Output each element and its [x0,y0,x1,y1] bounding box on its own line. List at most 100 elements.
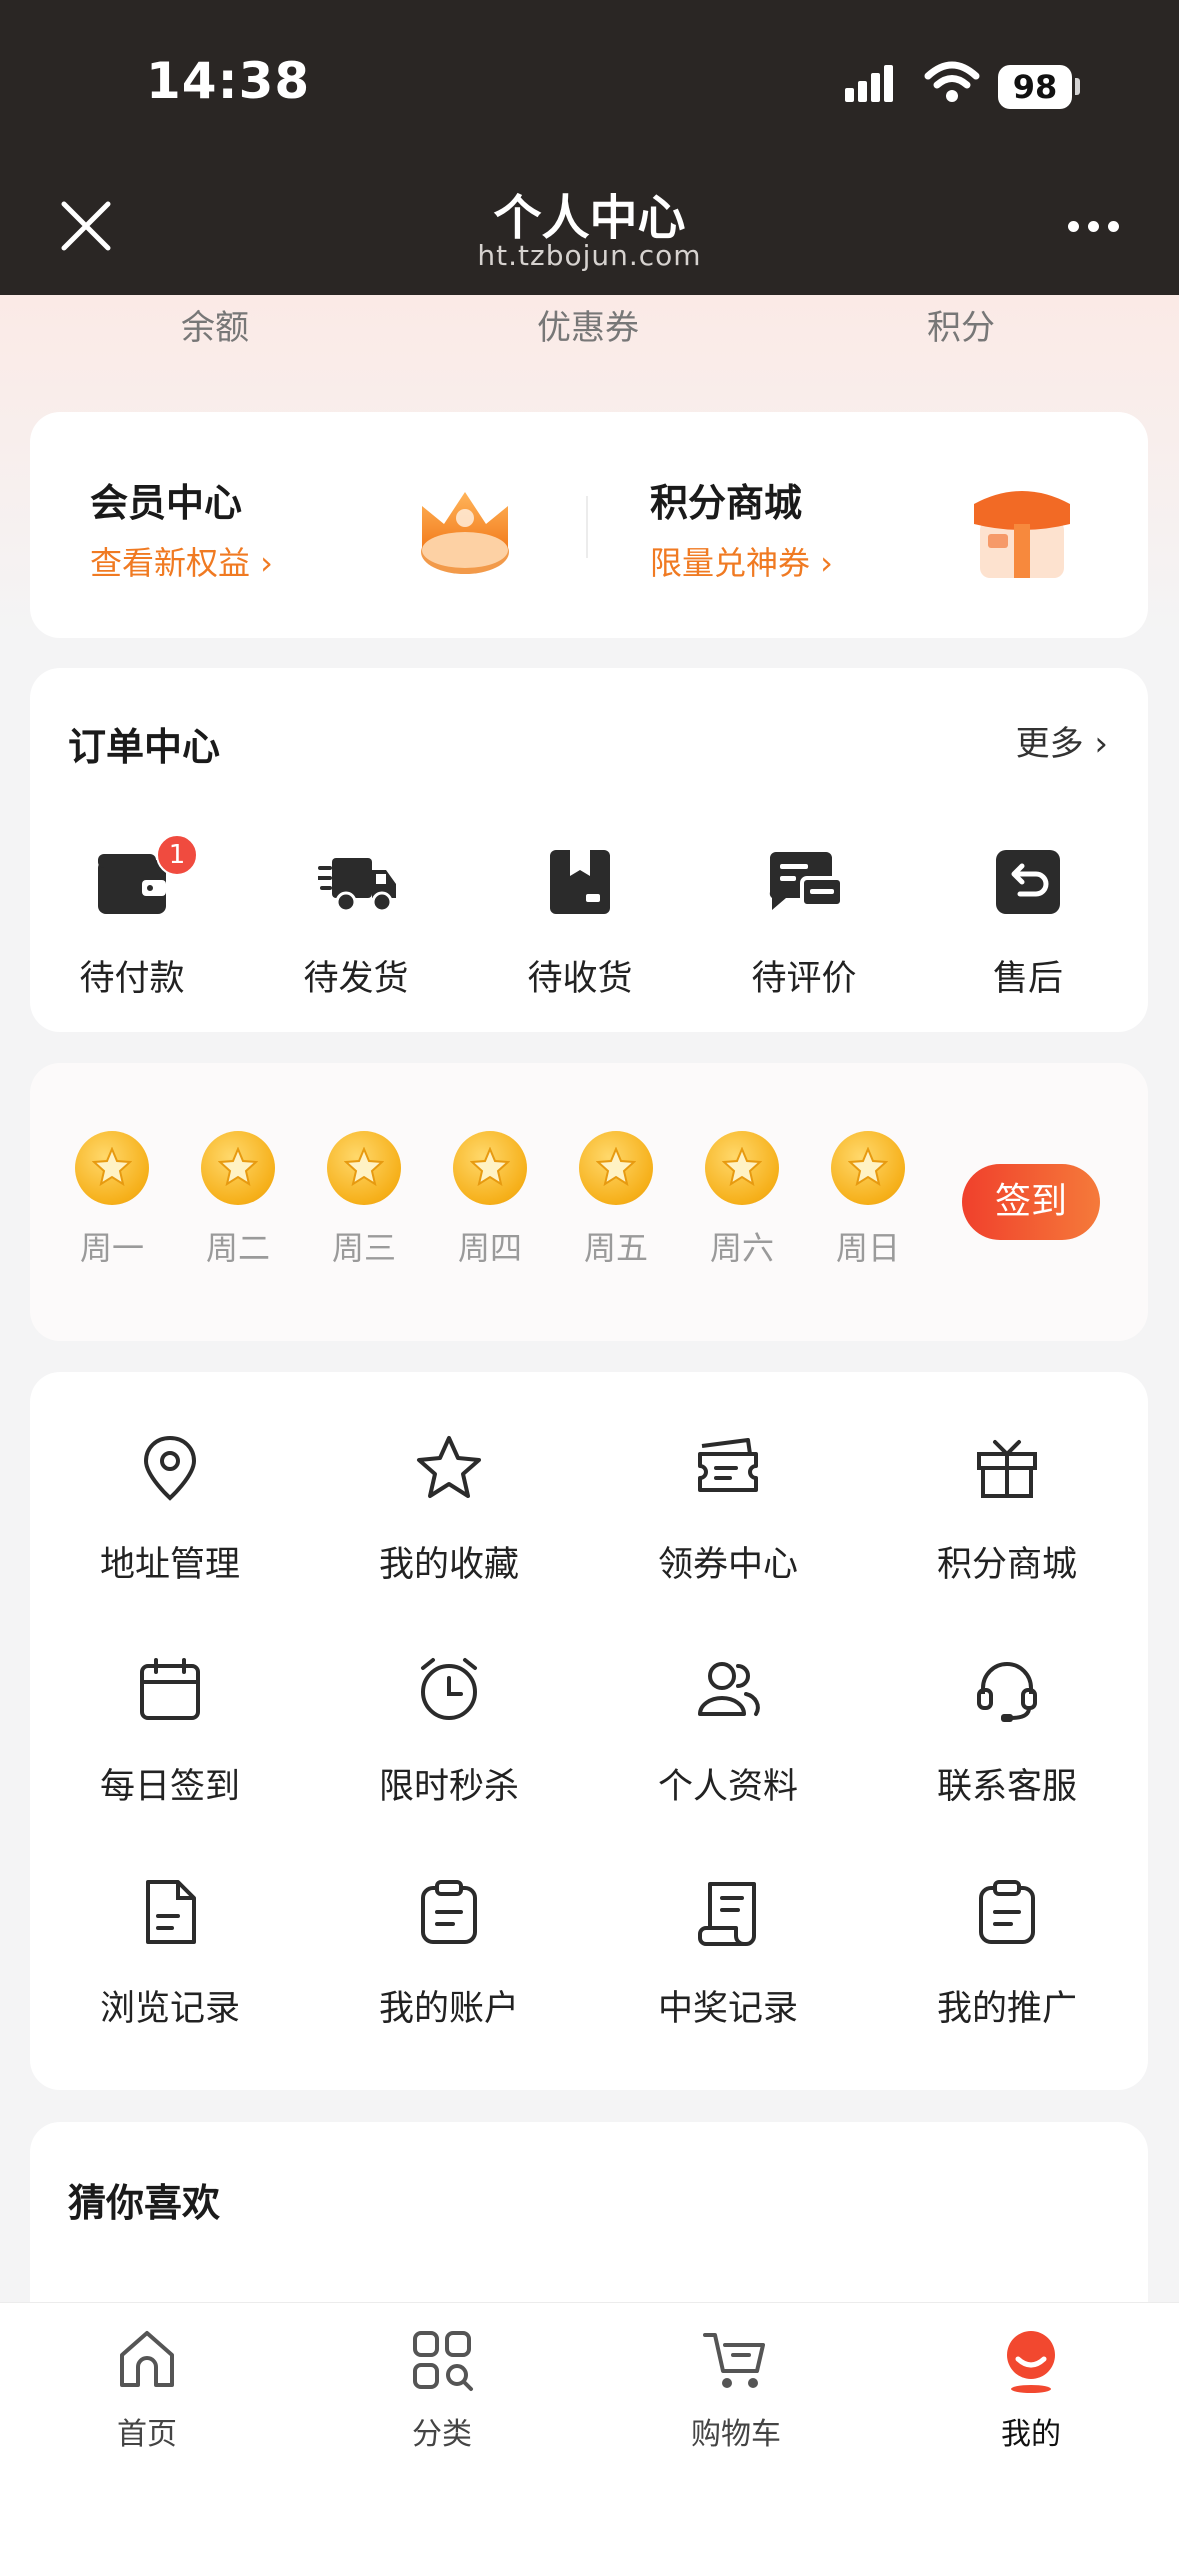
coupon-ticket-icon [698,1438,758,1492]
top-bar: 14:38 98 个人中心 ht.tzbojun.com [0,0,1179,295]
location-pin-icon [143,1435,197,1501]
coin-icon [831,1131,905,1205]
order-pending-review[interactable]: 待评价 [704,844,904,1001]
tab-label: 我的 [1001,2417,1061,2452]
service-label: 我的推广 [936,1989,1077,2029]
return-icon [996,850,1060,914]
more-options-icon[interactable] [1064,215,1124,239]
daily-signin-card: 周一 周二 周三 周四 周五 周六 周日 签到 [30,1063,1148,1341]
service-label: 我的账户 [378,1989,519,2029]
points-mall-link[interactable]: 限量兑神券 › [650,538,833,584]
status-time: 14:38 [146,52,311,110]
signin-day-sat: 周六 [687,1131,797,1269]
service-my-promotion[interactable]: 我的推广 [867,1876,1147,2031]
signin-day-sun: 周日 [813,1131,923,1269]
service-favorites[interactable]: 我的收藏 [309,1432,589,1587]
signin-day-wed: 周三 [309,1131,419,1269]
pending-payment-badge: 1 [156,834,198,876]
points-mall-title: 积分商城 [650,481,803,525]
signin-day-tue: 周二 [183,1131,293,1269]
signin-day-thu: 周四 [435,1131,545,1269]
service-label: 个人资料 [657,1767,798,1807]
service-prize-records[interactable]: 中奖记录 [588,1876,868,2031]
signin-day-fri: 周五 [561,1131,671,1269]
shopping-cart-icon [703,2333,765,2388]
service-label: 每日签到 [99,1767,240,1807]
tab-mine[interactable]: 我的 [931,2325,1131,2453]
day-label: 周三 [331,1229,396,1267]
gift-shop-icon [974,491,1070,578]
page-url: ht.tzbojun.com [477,239,702,272]
order-after-sales[interactable]: 售后 [928,844,1128,1001]
alarm-clock-icon [421,1658,477,1720]
document-icon [146,1880,196,1944]
order-pending-receipt[interactable]: 待收货 [480,844,680,1001]
tab-cart[interactable]: 购物车 [636,2325,836,2453]
asset-balance[interactable]: 余额 [95,300,335,349]
clipboard-icon [421,1880,477,1944]
headset-icon [977,1662,1037,1722]
order-item-label: 待评价 [751,959,857,999]
comment-icon [769,852,844,910]
day-label: 周六 [709,1229,774,1267]
order-pending-payment[interactable]: 1 待付款 [32,834,232,1001]
services-card: 地址管理 我的收藏 领券中心 积分商城 每日签到 限时秒杀 个人资料 联系客服 … [30,1372,1148,2090]
home-icon [120,2331,174,2387]
service-daily-signin[interactable]: 每日签到 [30,1654,310,1809]
service-address[interactable]: 地址管理 [30,1432,310,1587]
member-card: 会员中心 查看新权益 › 积分商城 限量兑神券 › [30,412,1148,638]
page-title: 个人中心 [493,190,686,246]
service-points-mall[interactable]: 积分商城 [867,1432,1147,1587]
bottom-tab-bar: 首页 分类 购物车 我的 [0,2302,1179,2557]
service-coupon-center[interactable]: 领券中心 [588,1432,868,1587]
order-pending-shipment[interactable]: 待发货 [256,844,456,1001]
orders-more-link[interactable]: 更多 › [1016,716,1108,765]
service-my-account[interactable]: 我的账户 [309,1876,589,2031]
order-item-label: 待收货 [527,959,633,999]
tab-label: 购物车 [691,2417,781,2452]
battery-tip [1075,78,1080,95]
service-label: 中奖记录 [657,1989,798,2029]
coin-icon [579,1131,653,1205]
category-grid-icon [413,2331,473,2391]
service-browse-history[interactable]: 浏览记录 [30,1876,310,2031]
users-icon [698,1662,760,1716]
order-item-label: 待发货 [303,959,409,999]
recommend-title: 猜你喜欢 [68,2181,221,2225]
service-customer-support[interactable]: 联系客服 [867,1654,1147,1809]
coin-icon [327,1131,401,1205]
crown-icon [421,492,509,574]
delivery-truck-icon [316,858,396,913]
day-label: 周一 [79,1229,144,1267]
coin-icon [453,1131,527,1205]
gift-icon [977,1440,1037,1498]
day-label: 周日 [835,1229,900,1267]
day-label: 周五 [583,1229,648,1267]
coin-icon [201,1131,275,1205]
order-center-card: 订单中心 更多 › 1 待付款 待发货 待收货 待评价 售后 [30,668,1148,1032]
service-label: 领券中心 [657,1545,798,1585]
star-icon [417,1436,481,1498]
signin-day-mon: 周一 [57,1131,167,1269]
service-label: 浏览记录 [99,1989,240,2029]
coin-icon [705,1131,779,1205]
signal-icon [845,65,893,102]
asset-coupons[interactable]: 优惠券 [468,300,708,349]
member-center-link[interactable]: 查看新权益 › [90,538,273,584]
member-center-title: 会员中心 [90,481,243,525]
service-profile[interactable]: 个人资料 [588,1654,868,1809]
tab-label: 分类 [412,2417,472,2452]
service-label: 地址管理 [99,1545,240,1585]
tab-label: 首页 [117,2417,177,2452]
battery-indicator: 98 [998,65,1072,109]
service-flash-sale[interactable]: 限时秒杀 [309,1654,589,1809]
calendar-icon [140,1658,200,1720]
tab-home[interactable]: 首页 [47,2325,247,2453]
wifi-icon [924,61,980,102]
recommend-card: 猜你喜欢 [30,2122,1148,2322]
asset-points[interactable]: 积分 [841,300,1081,349]
service-label: 积分商城 [936,1545,1077,1585]
member-divider [586,496,588,558]
signin-button[interactable]: 签到 [962,1164,1100,1240]
tab-category[interactable]: 分类 [342,2325,542,2453]
